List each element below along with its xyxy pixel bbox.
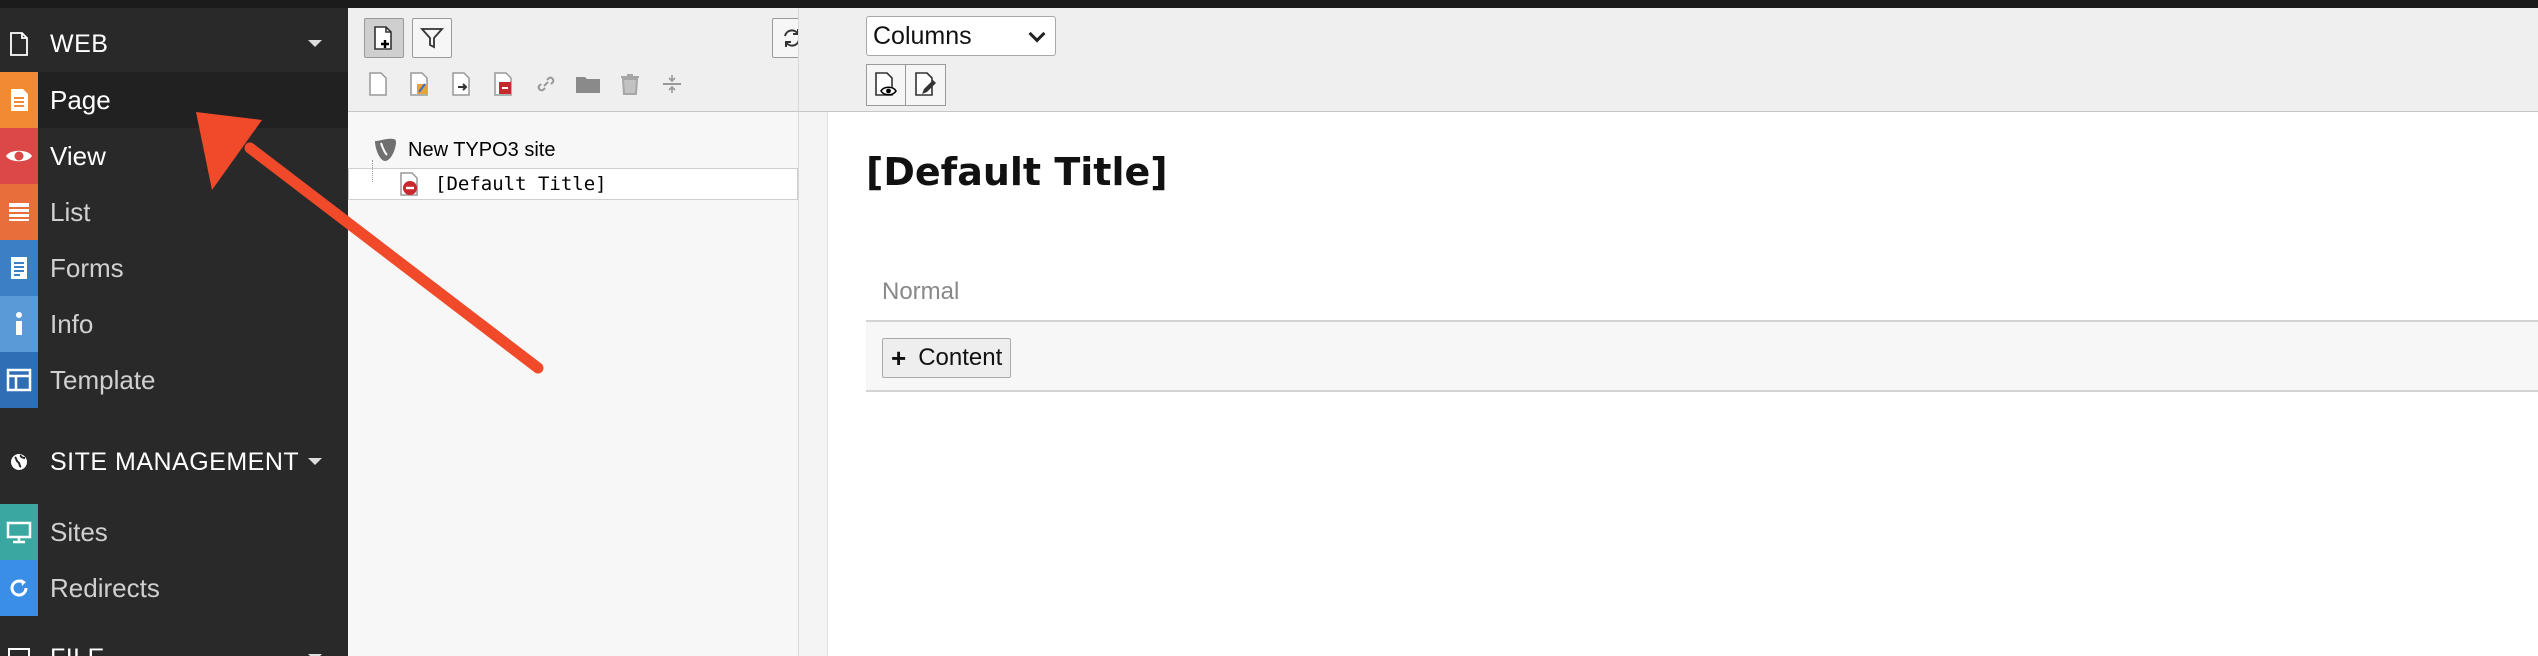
info-icon <box>0 296 38 352</box>
new-page-toggle-button[interactable] <box>364 18 404 58</box>
top-bar <box>0 0 2538 8</box>
chevron-down-icon[interactable] <box>308 40 322 47</box>
tree-resizer-top <box>798 8 828 112</box>
add-content-button[interactable]: + Content <box>882 338 1012 378</box>
module-sites-label: Sites <box>50 516 108 547</box>
module-info[interactable]: Info <box>0 296 348 352</box>
plus-icon: + <box>891 342 907 373</box>
group-web[interactable]: WEB <box>0 16 348 72</box>
page-tree: New TYPO3 site [Default Title] <box>348 112 798 656</box>
group-file[interactable]: FILE <box>0 630 348 656</box>
module-page[interactable]: Page <box>0 72 348 128</box>
new-page-edit-icon[interactable] <box>406 70 434 98</box>
list-icon <box>0 184 38 240</box>
image-icon <box>0 630 38 656</box>
new-page-icon <box>374 26 392 50</box>
chevron-down-icon[interactable] <box>308 458 322 465</box>
eye-icon <box>0 128 38 184</box>
module-redirects-label: Redirects <box>50 572 160 603</box>
redirect-icon <box>0 560 38 616</box>
filter-button[interactable] <box>412 18 452 58</box>
tree-root-label: New TYPO3 site <box>408 138 556 161</box>
divider-icon[interactable] <box>658 70 686 98</box>
tree-root-node[interactable]: New TYPO3 site <box>372 136 555 164</box>
view-page-icon <box>875 72 897 96</box>
module-view[interactable]: View <box>0 128 348 184</box>
module-sites[interactable]: Sites <box>0 504 348 560</box>
tree-connector <box>372 160 373 182</box>
module-view-label: View <box>50 140 106 171</box>
group-file-label: FILE <box>50 644 105 656</box>
folder-icon[interactable] <box>574 70 602 98</box>
tree-page-label: [Default Title] <box>435 173 607 195</box>
module-list-label: List <box>50 196 91 227</box>
group-site-management[interactable]: SITE MANAGEMENT <box>0 434 348 490</box>
view-mode-value: Columns <box>873 21 972 50</box>
module-template[interactable]: Template <box>0 352 348 408</box>
module-page-label: Page <box>50 84 111 115</box>
sites-icon <box>0 504 38 560</box>
docheader-buttons <box>866 64 946 106</box>
view-mode-select[interactable]: Columns <box>866 16 1056 56</box>
module-forms-label: Forms <box>50 252 124 283</box>
tree-page-node[interactable]: [Default Title] <box>348 168 798 200</box>
forms-icon <box>0 240 38 296</box>
typo3-site-icon <box>375 138 396 161</box>
edit-page-button[interactable] <box>906 64 946 106</box>
tree-resizer[interactable] <box>798 112 828 656</box>
page-icon <box>0 16 38 72</box>
page-delete-red-icon[interactable] <box>490 70 518 98</box>
column-body: + Content <box>866 322 2538 392</box>
template-icon <box>0 352 38 408</box>
new-page-icon[interactable] <box>364 70 392 98</box>
link-icon[interactable] <box>532 70 560 98</box>
module-menu: WEB Page View List Forms Info Template S… <box>0 8 348 656</box>
page-title: [Default Title] <box>866 150 1168 194</box>
page-module-icon <box>0 72 38 128</box>
column-name: Normal <box>882 278 960 305</box>
module-template-label: Template <box>50 364 156 395</box>
group-site-management-label: SITE MANAGEMENT <box>50 447 300 476</box>
trash-icon[interactable] <box>616 70 644 98</box>
edit-page-icon <box>914 72 936 96</box>
page-module-content: [Default Title] Normal + Content <box>828 112 2538 656</box>
view-page-button[interactable] <box>866 64 906 106</box>
page-tree-toolbar <box>348 8 812 112</box>
add-content-label: Content <box>918 344 1003 371</box>
chevron-down-icon <box>1028 25 1046 43</box>
module-forms[interactable]: Forms <box>0 240 348 296</box>
group-web-label: WEB <box>50 29 109 58</box>
module-redirects[interactable]: Redirects <box>0 560 348 616</box>
filter-icon <box>420 28 444 49</box>
page-type-icons <box>364 70 686 98</box>
module-list[interactable]: List <box>0 184 348 240</box>
page-hidden-icon <box>400 172 418 196</box>
page-move-icon[interactable] <box>448 70 476 98</box>
docheader: Columns <box>828 8 2538 112</box>
module-info-label: Info <box>50 308 94 339</box>
globe-icon <box>0 434 38 490</box>
column-header: Normal <box>866 262 2538 322</box>
